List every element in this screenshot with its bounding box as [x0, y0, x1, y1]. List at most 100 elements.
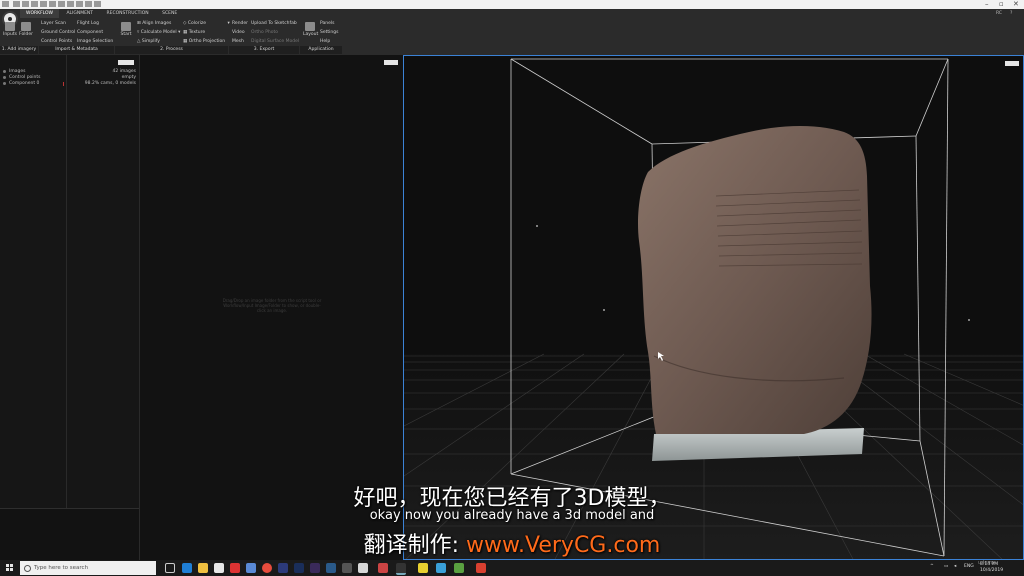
- calculate-model-button[interactable]: ▿ Calculate Model ▾: [137, 30, 180, 35]
- ortho-projection-button[interactable]: ▦ Ortho Projection: [183, 39, 225, 44]
- inputs-label: Inputs: [3, 32, 17, 37]
- tree-item-control-points[interactable]: Control points: [9, 75, 41, 80]
- tray-arrow-icon[interactable]: ^: [930, 564, 934, 569]
- quick-save-icon[interactable]: [31, 1, 38, 7]
- language-indicator[interactable]: ENG: [964, 564, 974, 569]
- realitycapture-taskbar-icon[interactable]: [396, 563, 406, 575]
- network-icon[interactable]: ▭: [944, 564, 948, 569]
- settings-button[interactable]: Settings: [320, 30, 338, 35]
- layer-scan-button[interactable]: Layer Scan: [41, 21, 66, 26]
- ribbon: WORKFLOW ALIGNMENT RECONSTRUCTION SCENE …: [0, 9, 1024, 55]
- group-application: Application: [300, 46, 342, 54]
- viewport-menu-button[interactable]: [1005, 61, 1019, 66]
- layout-label: Layout: [303, 32, 319, 37]
- title-bar: – ▫ ✕: [0, 0, 1024, 9]
- quick-cam-icon[interactable]: [76, 1, 83, 7]
- tab-reconstruction[interactable]: RECONSTRUCTION: [100, 9, 154, 18]
- task-view-icon[interactable]: [165, 563, 175, 573]
- app-grey-icon[interactable]: [342, 563, 352, 573]
- taskbar-search-input[interactable]: Type here to search: [20, 561, 156, 575]
- image-selection-button[interactable]: Image Selection: [77, 39, 113, 44]
- simplify-label: Simplify: [141, 39, 160, 44]
- photoshop-icon[interactable]: [294, 563, 304, 573]
- quick-open-icon[interactable]: [22, 1, 29, 7]
- folder-label: Folder: [19, 32, 33, 37]
- after-effects-icon[interactable]: [310, 563, 320, 573]
- tree-item-images[interactable]: Images: [9, 69, 25, 74]
- search-placeholder: Type here to search: [34, 565, 89, 571]
- volume-icon[interactable]: ◂: [954, 564, 956, 569]
- folder-button[interactable]: Folder: [19, 22, 33, 37]
- image-panel-menu-button[interactable]: [384, 60, 398, 65]
- edge-browser-icon[interactable]: [182, 563, 192, 573]
- inputs-button[interactable]: Inputs: [3, 22, 17, 37]
- mesh-button[interactable]: Mesh: [232, 39, 244, 44]
- app-orange-icon[interactable]: [378, 563, 388, 573]
- taskbar: Type here to search ^ ▭ ◂ ENG 8:14 PM 10…: [0, 560, 1024, 576]
- control-points-button[interactable]: Control Points: [41, 39, 72, 44]
- file-explorer-icon[interactable]: [198, 563, 208, 573]
- app-green-icon[interactable]: [454, 563, 464, 573]
- tab-workflow[interactable]: WORKFLOW: [20, 9, 59, 18]
- tab-alignment[interactable]: ALIGNMENT: [60, 9, 99, 18]
- app-white-icon[interactable]: [358, 563, 368, 573]
- quick-view-icon[interactable]: [58, 1, 65, 7]
- video-button[interactable]: Video: [232, 30, 245, 35]
- drop-hint: Drag/Drop an image folder from the scrip…: [222, 298, 322, 313]
- group-process: 2. Process: [115, 46, 228, 54]
- panel-menu-button[interactable]: [118, 60, 134, 65]
- tree-item-component[interactable]: Component 0: [9, 81, 39, 86]
- minimize-icon[interactable]: –: [985, 0, 989, 9]
- windows-start-icon[interactable]: [6, 564, 14, 572]
- colorize-label: Colorize: [187, 21, 207, 26]
- notes-icon[interactable]: [418, 563, 428, 573]
- flight-log-button[interactable]: Flight Log: [77, 21, 99, 26]
- layout-button[interactable]: Layout: [303, 22, 319, 37]
- component-button[interactable]: Component: [77, 30, 103, 35]
- texture-button[interactable]: ▦ Texture: [183, 30, 205, 35]
- digital-surface-model-button[interactable]: Digital Surface Model: [251, 39, 299, 44]
- panel-divider: [66, 55, 67, 509]
- start-label: Start: [120, 32, 132, 37]
- render-button[interactable]: Render: [232, 21, 248, 26]
- user-badge[interactable]: RC: [996, 11, 1002, 16]
- app-cyan-icon[interactable]: [436, 563, 446, 573]
- quick-layout-icon[interactable]: [67, 1, 74, 7]
- premiere-icon[interactable]: [278, 563, 288, 573]
- inputs-icon: [5, 22, 15, 31]
- quick-more-icon[interactable]: [94, 1, 101, 7]
- app-red2-icon[interactable]: [476, 563, 486, 573]
- ortho-photo-button[interactable]: Ortho Photo: [251, 30, 278, 35]
- help-button[interactable]: Help: [320, 39, 330, 44]
- maximize-icon[interactable]: ▫: [999, 0, 1004, 9]
- close-icon[interactable]: ✕: [1013, 0, 1019, 9]
- quick-mesh-icon[interactable]: [85, 1, 92, 7]
- quick-redo-icon[interactable]: [49, 1, 56, 7]
- app-blue-icon[interactable]: [326, 563, 336, 573]
- folder-icon: [21, 22, 31, 31]
- quick-new-icon[interactable]: [13, 1, 20, 7]
- panels-button[interactable]: Panels: [320, 21, 334, 26]
- start-icon: [121, 22, 131, 31]
- group-add-imagery: 1. Add imagery: [0, 46, 38, 54]
- layout-icon: [305, 22, 315, 31]
- help-icon[interactable]: ?: [1010, 11, 1012, 16]
- ribbon-tabs: WORKFLOW ALIGNMENT RECONSTRUCTION SCENE: [20, 9, 183, 18]
- ground-control-button[interactable]: Ground Control: [41, 30, 75, 35]
- tab-scene[interactable]: SCENE: [156, 9, 183, 18]
- ribbon-groups: 1. Add imagery Import & Metadata 2. Proc…: [0, 46, 342, 54]
- upload-sketchfab-button[interactable]: Upload To Sketchfab: [251, 21, 297, 26]
- align-images-button[interactable]: ⊞ Align Images: [137, 21, 171, 26]
- start-button[interactable]: Start: [119, 22, 133, 37]
- app-icon: [2, 1, 9, 7]
- store-icon[interactable]: [214, 563, 224, 573]
- colorize-button[interactable]: ◇ Colorize ▾: [183, 21, 230, 26]
- simplify-button[interactable]: △ Simplify: [137, 39, 160, 44]
- credit-url: www.VeryCG.com: [466, 533, 661, 558]
- ortho-projection-label: Ortho Projection: [188, 39, 226, 44]
- mail-icon[interactable]: [246, 563, 256, 573]
- app-red-icon[interactable]: [230, 563, 240, 573]
- chrome-icon[interactable]: [262, 563, 272, 573]
- texture-label: Texture: [188, 30, 206, 35]
- quick-undo-icon[interactable]: [40, 1, 47, 7]
